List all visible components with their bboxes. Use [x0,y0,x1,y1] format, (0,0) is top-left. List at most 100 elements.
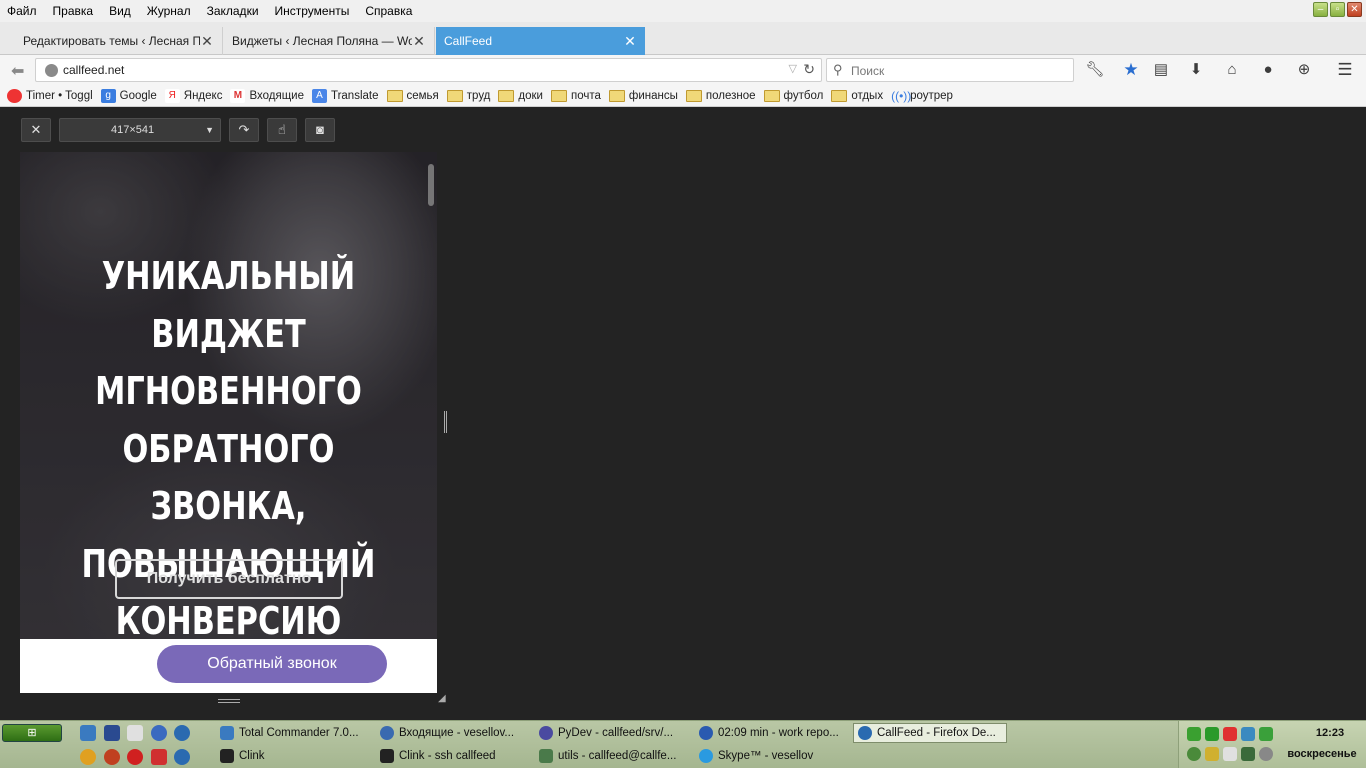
task-inbox[interactable]: Входящие - vesellov... [376,723,526,743]
search-input[interactable]: ⚲ Поиск [826,58,1074,82]
save-icon[interactable] [104,725,120,741]
viewport-size-select[interactable]: 417×541 ▼ [59,118,221,142]
tray-connection-icon[interactable] [1241,747,1255,761]
bookmark-toggl[interactable]: Timer • Toggl [3,88,97,103]
notepad-icon[interactable] [127,725,143,741]
bookmark-label: почта [570,89,601,102]
resize-corner-icon[interactable]: ◢ [438,693,446,704]
close-tab-icon[interactable]: ✕ [623,33,637,50]
rotate-button[interactable]: ↷ [229,118,259,142]
bookmark-translate[interactable]: A Translate [308,88,383,103]
clock-time[interactable]: 12:23 [1300,727,1360,739]
restore-button[interactable]: ▫ [1330,2,1345,17]
opera-icon[interactable] [127,749,143,765]
bookmark-folder-finance[interactable]: финансы [605,89,682,102]
tray-check-icon[interactable] [1187,727,1201,741]
tab-edit-themes[interactable]: Редактировать темы ‹ Лесная П... ✕ [15,27,223,55]
screenshot-button[interactable]: ◙ [305,118,335,142]
console-icon [220,749,234,763]
google-icon: g [100,88,116,103]
folder-icon [608,89,625,102]
get-free-button[interactable]: Получить бесплатно [115,559,343,599]
bookmark-google[interactable]: g Google [97,88,161,103]
menu-help[interactable]: Справка [357,0,420,22]
tab-callfeed[interactable]: CallFeed ✕ [436,27,645,55]
tray-shield-icon[interactable] [1241,727,1255,741]
firefox-dev-icon[interactable] [174,749,190,765]
menu-file[interactable]: Файл [0,0,45,22]
bookmark-inbox[interactable]: M Входящие [226,88,308,103]
bookmark-label: роутрер [910,89,953,102]
tray-antivirus-icon[interactable] [1205,747,1219,761]
task-pydev[interactable]: PyDev - callfeed/srv/... [535,723,685,743]
callback-bar: Обратный звонок [20,639,437,693]
bookmark-label: отдых [851,89,884,102]
menu-view[interactable]: Вид [101,0,139,22]
reading-list-icon[interactable]: ▤ [1151,61,1171,79]
menu-edit[interactable]: Правка [45,0,102,22]
viewport-scrollbar[interactable] [428,164,434,206]
task-skype[interactable]: Skype™ - vesellov [695,746,845,766]
menu-bar: Файл Правка Вид Журнал Закладки Инструме… [0,0,1366,22]
menu-history[interactable]: Журнал [139,0,199,22]
close-tab-icon[interactable]: ✕ [200,33,214,50]
task-label: Clink [239,750,265,762]
bookmark-label: Translate [330,89,379,102]
bookmark-folder-family[interactable]: семья [383,89,443,102]
bookmark-label: Google [119,89,157,102]
task-clink[interactable]: Clink [216,746,366,766]
explorer-icon[interactable] [80,725,96,741]
start-button[interactable]: ⊞ [2,724,62,742]
close-window-button[interactable]: ✕ [1347,2,1362,17]
navigation-bar: ⬅ callfeed.net ▽ ↻ ⚲ Поиск 🔧︎ ★ ▤ ⬇ ⌂ ● … [0,55,1366,85]
bookmark-folder-football[interactable]: футбол [760,89,828,102]
yandex-browser-icon[interactable] [151,749,167,765]
menu-tools[interactable]: Инструменты [267,0,358,22]
home-icon[interactable]: ⌂ [1222,61,1242,79]
wrench-icon[interactable]: 🔧︎ [1085,61,1105,79]
bookmark-yandex[interactable]: Я Яндекс [161,88,227,103]
bookmark-folder-docs[interactable]: доки [494,89,547,102]
chrome-icon[interactable] [80,749,96,765]
tray-language-icon[interactable] [1223,747,1237,761]
bookmark-label: Timer • Toggl [26,89,93,102]
minimize-button[interactable]: – [1313,2,1328,17]
tray-h-icon[interactable] [1259,727,1273,741]
bookmark-folder-rest[interactable]: отдых [827,89,887,102]
bookmark-folder-work[interactable]: труд [443,89,495,102]
task-callfeed-firefox[interactable]: CallFeed - Firefox De... [853,723,1007,743]
ie-icon[interactable] [151,725,167,741]
tab-widgets[interactable]: Виджеты ‹ Лесная Поляна — Wo... ✕ [224,27,435,55]
chat-icon[interactable]: ● [1258,61,1278,79]
task-work-report[interactable]: 02:09 min - work repo... [695,723,845,743]
thunderbird-icon[interactable] [174,725,190,741]
reload-icon[interactable]: ↻ [803,61,815,78]
download-icon[interactable]: ⬇ [1186,61,1206,79]
close-tab-icon[interactable]: ✕ [412,33,426,50]
back-arrow-icon[interactable]: ⬅ [11,61,24,81]
callback-button[interactable]: Обратный звонок [157,645,387,683]
touch-simulation-button[interactable]: ☝︎ [267,118,297,142]
url-bar[interactable]: callfeed.net ▽ ↻ [35,58,822,82]
bookmark-router[interactable]: ((•)) роутрер [887,89,957,103]
tray-network-icon[interactable] [1205,727,1219,741]
resize-handle-right[interactable] [444,411,447,433]
tray-volume-icon[interactable] [1259,747,1273,761]
close-responsive-button[interactable]: ✕ [21,118,51,142]
bookmark-folder-useful[interactable]: полезное [682,89,760,102]
toggl-icon [7,88,22,103]
tray-flag-icon[interactable] [1223,727,1237,741]
menu-bookmarks[interactable]: Закладки [199,0,267,22]
bookmark-folder-mail[interactable]: почта [547,89,605,102]
task-clink-ssh[interactable]: Clink - ssh callfeed [376,746,526,766]
star-icon[interactable]: ★ [1121,61,1141,79]
task-utils[interactable]: utils - callfeed@callfe... [535,746,685,766]
tray-refresh-icon[interactable] [1187,747,1201,761]
dropdown-arrow-icon[interactable]: ▽ [789,62,797,75]
firefox-icon[interactable] [104,749,120,765]
resize-handle-bottom[interactable] [218,699,240,703]
window-controls: – ▫ ✕ [1313,2,1362,17]
task-total-commander[interactable]: Total Commander 7.0... [216,723,366,743]
developer-icon[interactable]: ⊕ [1294,61,1314,79]
hamburger-menu-icon[interactable]: ☰ [1335,61,1355,79]
